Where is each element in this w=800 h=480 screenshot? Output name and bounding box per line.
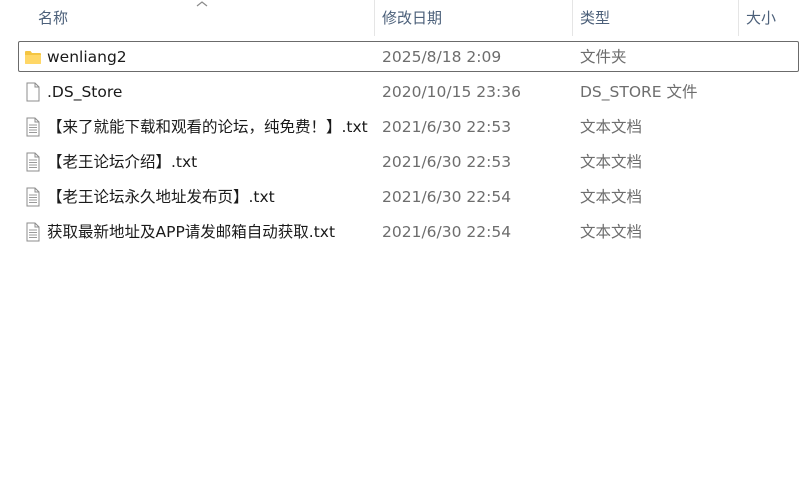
file-explorer-list: 名称 修改日期 类型 大小 wenliang2 2025/8/18 2:09 文…: [0, 0, 800, 480]
text-file-icon: [26, 117, 40, 137]
file-row[interactable]: 获取最新地址及APP请发邮箱自动获取.txt 2021/6/30 22:54 文…: [0, 215, 800, 250]
file-type: 文本文档: [580, 188, 643, 206]
file-name: 【老王论坛永久地址发布页】.txt: [47, 188, 275, 206]
file-name: wenliang2: [47, 48, 127, 66]
file-name: 获取最新地址及APP请发邮箱自动获取.txt: [47, 223, 336, 241]
text-file-icon: [26, 152, 40, 172]
column-header-date[interactable]: 修改日期: [376, 0, 571, 36]
column-header-size[interactable]: 大小: [740, 0, 800, 36]
file-list: wenliang2 2025/8/18 2:09 文件夹 .DS_Store 2…: [0, 40, 800, 250]
text-file-icon: [26, 187, 40, 207]
column-divider[interactable]: [374, 0, 375, 36]
file-type: 文本文档: [580, 118, 643, 136]
file-icon: [26, 82, 40, 102]
file-type: 文本文档: [580, 223, 643, 241]
column-header-type[interactable]: 类型: [574, 0, 738, 36]
file-type: 文本文档: [580, 153, 643, 171]
file-date: 2020/10/15 23:36: [382, 83, 521, 101]
file-date: 2021/6/30 22:54: [382, 188, 512, 206]
column-header-name[interactable]: 名称: [32, 0, 374, 36]
file-date: 2025/8/18 2:09: [382, 48, 502, 66]
text-file-icon: [26, 222, 40, 242]
file-row[interactable]: 【老王论坛介绍】.txt 2021/6/30 22:53 文本文档: [0, 145, 800, 180]
file-type: 文件夹: [580, 48, 627, 66]
folder-icon: [25, 51, 41, 64]
column-divider[interactable]: [572, 0, 573, 36]
file-date: 2021/6/30 22:53: [382, 118, 512, 136]
column-header-bar: 名称 修改日期 类型 大小: [0, 0, 800, 36]
file-row[interactable]: 【来了就能下载和观看的论坛，纯免费！】.txt 2021/6/30 22:53 …: [0, 110, 800, 145]
file-type: DS_STORE 文件: [580, 83, 698, 101]
file-row-folder[interactable]: wenliang2 2025/8/18 2:09 文件夹: [0, 40, 800, 75]
file-row[interactable]: 【老王论坛永久地址发布页】.txt 2021/6/30 22:54 文本文档: [0, 180, 800, 215]
file-date: 2021/6/30 22:54: [382, 223, 512, 241]
column-divider[interactable]: [738, 0, 739, 36]
file-name: 【来了就能下载和观看的论坛，纯免费！】.txt: [47, 118, 368, 136]
file-row[interactable]: .DS_Store 2020/10/15 23:36 DS_STORE 文件: [0, 75, 800, 110]
file-name: .DS_Store: [47, 83, 123, 101]
file-name: 【老王论坛介绍】.txt: [47, 153, 198, 171]
file-date: 2021/6/30 22:53: [382, 153, 512, 171]
